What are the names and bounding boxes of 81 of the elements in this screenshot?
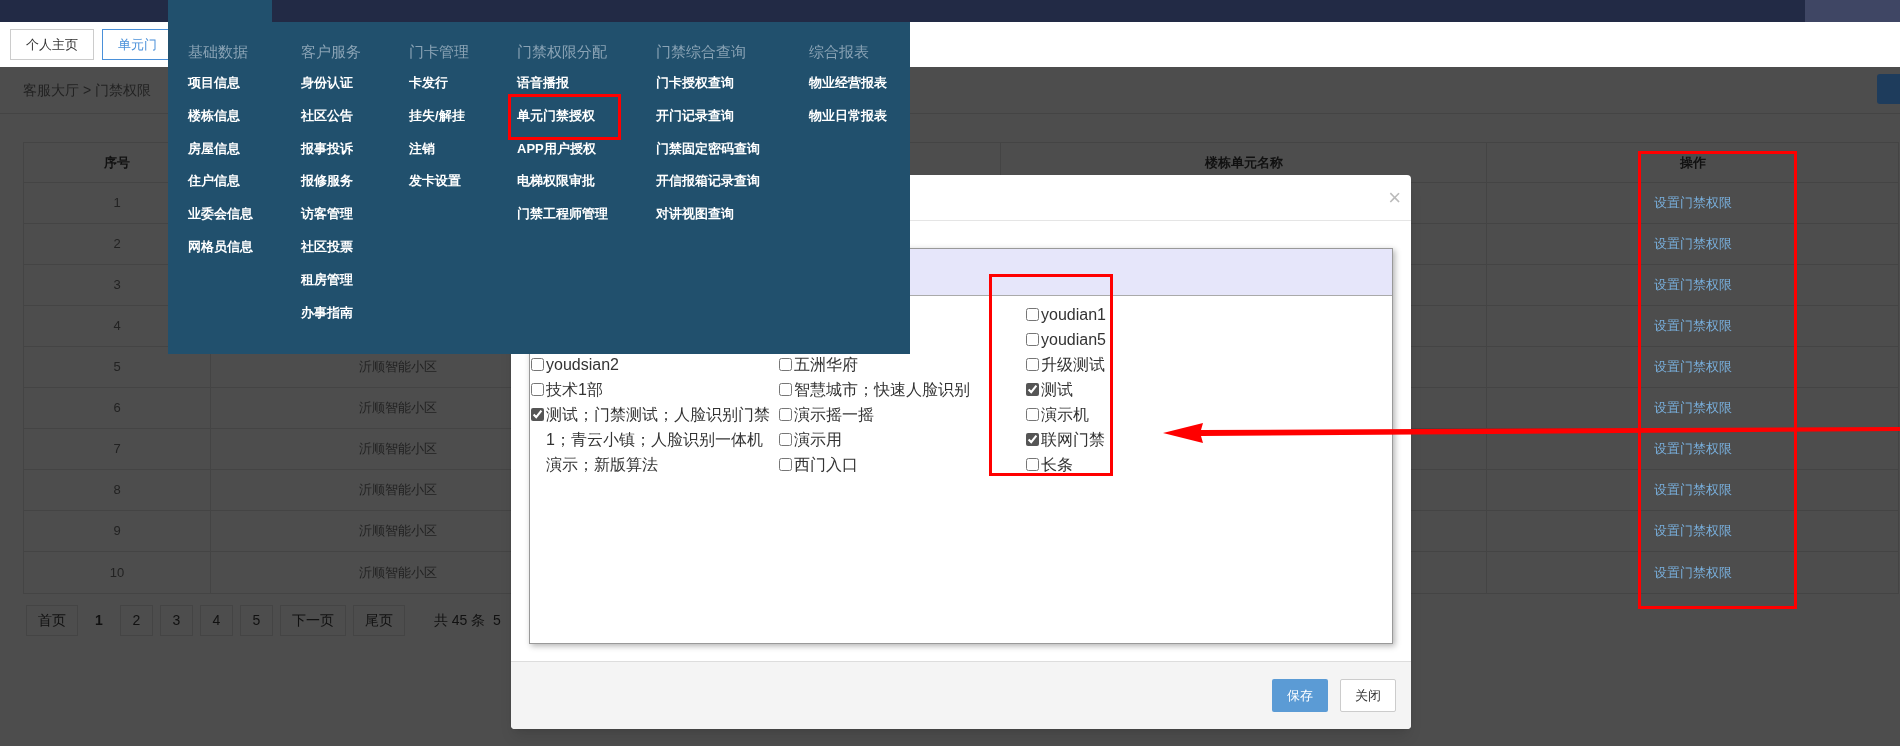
checkbox[interactable] bbox=[531, 383, 544, 396]
menu-item[interactable]: 社区公告 bbox=[301, 105, 353, 139]
menu-item[interactable]: 对讲视图查询 bbox=[656, 204, 734, 237]
menu-item[interactable]: 报事投诉 bbox=[301, 138, 353, 172]
checkbox[interactable] bbox=[779, 408, 792, 421]
menu-heading: 门禁综合查询 bbox=[656, 42, 746, 62]
checkbox-label: 测试 bbox=[1041, 380, 1073, 400]
menu-item[interactable]: 身份认证 bbox=[301, 73, 353, 106]
checkbox-label: 五洲华府 bbox=[794, 355, 858, 375]
menu-heading: 综合报表 bbox=[809, 42, 869, 62]
menu-item[interactable]: 物业经营报表 bbox=[809, 73, 887, 106]
menu-item[interactable]: 网格员信息 bbox=[188, 237, 253, 270]
checkbox[interactable] bbox=[779, 458, 792, 471]
checkbox[interactable] bbox=[1026, 358, 1039, 371]
permission-link[interactable]: 设置门禁权限 bbox=[1653, 357, 1732, 377]
menu-item[interactable]: 门卡授权查询 bbox=[656, 73, 734, 106]
permission-link[interactable]: 设置门禁权限 bbox=[1653, 275, 1732, 295]
menu-item[interactable]: 电梯权限审批 bbox=[517, 171, 595, 205]
checkbox[interactable] bbox=[1026, 408, 1039, 421]
permission-link[interactable]: 设置门禁权限 bbox=[1653, 398, 1732, 418]
menu-item[interactable]: 办事指南 bbox=[301, 302, 353, 336]
menu-item[interactable]: 楼栋信息 bbox=[188, 105, 240, 139]
tab[interactable]: 个人主页 bbox=[10, 29, 94, 60]
menu-item[interactable]: 租房管理 bbox=[301, 269, 353, 303]
permission-link[interactable]: 设置门禁权限 bbox=[1653, 480, 1732, 500]
menu-item[interactable]: APP用户授权 bbox=[517, 138, 596, 172]
checkbox[interactable] bbox=[1026, 333, 1039, 346]
menu-item[interactable]: 项目信息 bbox=[188, 73, 240, 106]
checkbox[interactable] bbox=[1026, 308, 1039, 321]
menu-item[interactable]: 注销 bbox=[409, 138, 435, 172]
checkbox-label: youdian5 bbox=[1041, 330, 1106, 350]
checkbox-label: 智慧城市；快速人脸识别 bbox=[794, 380, 970, 400]
checkbox-label: 演示机 bbox=[1041, 405, 1089, 425]
column-header: 楼栋单元名称 bbox=[1204, 153, 1283, 172]
checkbox-label: 长条 bbox=[1041, 455, 1073, 475]
checkbox-label: 升级测试 bbox=[1041, 355, 1105, 375]
menu-item[interactable]: 挂失/解挂 bbox=[409, 105, 465, 139]
checkbox[interactable] bbox=[779, 383, 792, 396]
permission-link[interactable]: 设置门禁权限 bbox=[1653, 193, 1732, 213]
menu-item[interactable]: 门禁工程师管理 bbox=[517, 204, 608, 237]
permission-link[interactable]: 设置门禁权限 bbox=[1653, 439, 1732, 459]
checkbox-label: 西门入口 bbox=[794, 455, 858, 475]
checkbox-label: youdian1 bbox=[1041, 305, 1106, 325]
permission-link[interactable]: 设置门禁权限 bbox=[1653, 234, 1732, 254]
menu-heading: 门禁权限分配 bbox=[517, 42, 607, 62]
menu-item[interactable]: 单元门禁授权 bbox=[517, 105, 595, 139]
menu-item[interactable]: 发卡设置 bbox=[409, 171, 461, 205]
checkbox[interactable] bbox=[531, 358, 544, 371]
menu-heading: 基础数据 bbox=[188, 42, 248, 62]
checkbox-label: 演示用 bbox=[794, 430, 842, 450]
checkbox[interactable] bbox=[531, 408, 544, 421]
menu-item[interactable]: 语音播报 bbox=[517, 73, 569, 106]
checkbox-label: 技术1部 bbox=[546, 380, 603, 400]
menu-item[interactable]: 卡发行 bbox=[409, 73, 448, 106]
checkbox-label: 演示摇一摇 bbox=[794, 405, 874, 425]
column-header: 操作 bbox=[1679, 153, 1706, 172]
column-header: 序号 bbox=[104, 153, 130, 172]
checkbox[interactable] bbox=[779, 358, 792, 371]
checkbox-label: youdsian2 bbox=[546, 355, 619, 375]
close-button[interactable]: 关闭 bbox=[1340, 679, 1396, 712]
checkbox[interactable] bbox=[1026, 383, 1039, 396]
menu-heading: 客户服务 bbox=[301, 42, 361, 62]
permission-link[interactable]: 设置门禁权限 bbox=[1653, 316, 1732, 336]
checkbox-label: 联网门禁 bbox=[1041, 430, 1105, 450]
menu-item[interactable]: 门禁固定密码查询 bbox=[656, 138, 760, 172]
menu-item[interactable]: 房屋信息 bbox=[188, 138, 240, 172]
menu-item[interactable]: 开门记录查询 bbox=[656, 105, 734, 139]
menu-item[interactable]: 住户信息 bbox=[188, 171, 240, 205]
menu-item[interactable]: 业委会信息 bbox=[188, 204, 253, 237]
checkbox[interactable] bbox=[1026, 433, 1039, 446]
menu-item[interactable]: 社区投票 bbox=[301, 237, 353, 270]
menu-item[interactable]: 物业日常报表 bbox=[809, 105, 887, 139]
checkbox-label: 测试；门禁测试；人脸识别门禁1；青云小镇；人脸识别一体机演示；新版算法 bbox=[546, 405, 771, 475]
menu-heading: 门卡管理 bbox=[409, 42, 469, 62]
permission-link[interactable]: 设置门禁权限 bbox=[1653, 521, 1732, 541]
checkbox[interactable] bbox=[779, 433, 792, 446]
menu-item[interactable]: 访客管理 bbox=[301, 204, 353, 237]
menu-item[interactable]: 开信报箱记录查询 bbox=[656, 171, 760, 205]
permission-link[interactable]: 设置门禁权限 bbox=[1653, 562, 1732, 583]
checkbox[interactable] bbox=[1026, 458, 1039, 471]
menu-item[interactable]: 报修服务 bbox=[301, 171, 353, 205]
